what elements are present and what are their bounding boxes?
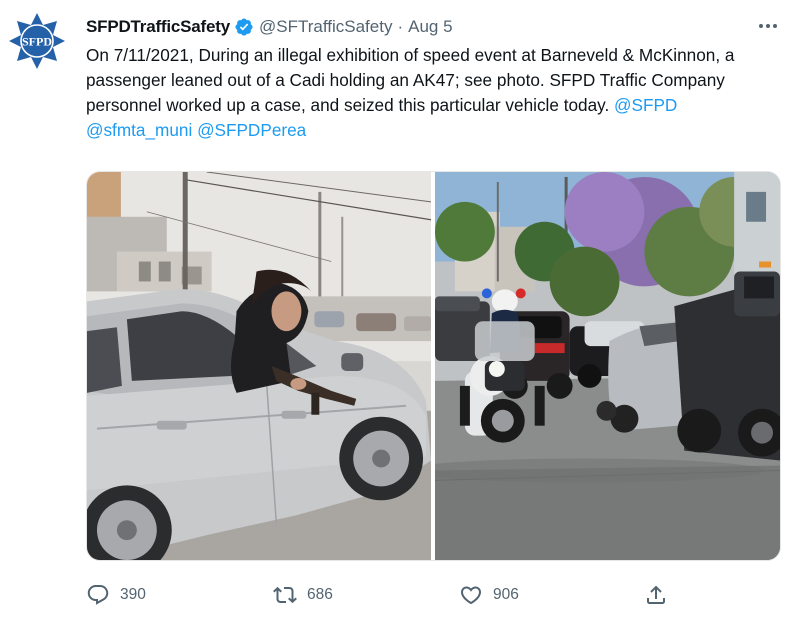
avatar[interactable]: SFPD xyxy=(8,12,66,70)
tweet-text: On 7/11/2021, During an illegal exhibiti… xyxy=(86,43,788,143)
retweet-count: 686 xyxy=(307,586,333,603)
reply-count: 390 xyxy=(120,586,146,603)
sfpd-star-badge-icon: SFPD xyxy=(9,13,65,69)
like-count: 906 xyxy=(493,586,519,603)
like-button[interactable]: 906 xyxy=(459,580,519,610)
author-handle[interactable]: @SFTrafficSafety xyxy=(259,17,392,37)
mention-link[interactable]: @SFPD xyxy=(614,95,677,115)
tweet-card[interactable]: SFPD SFPDTrafficSafety @SFTrafficSafety … xyxy=(0,0,800,630)
author-display-name[interactable]: SFPDTrafficSafety xyxy=(86,17,230,37)
retweet-button[interactable]: 686 xyxy=(273,580,333,610)
mention-link[interactable]: @sfmta_muni xyxy=(86,120,192,140)
photo-silver-car-passenger[interactable] xyxy=(87,172,431,560)
avatar-text: SFPD xyxy=(22,35,52,49)
tweet-header: SFPDTrafficSafety @SFTrafficSafety · Aug… xyxy=(86,15,453,39)
more-options-icon[interactable] xyxy=(754,14,782,38)
share-icon xyxy=(647,585,665,604)
media-grid xyxy=(86,171,781,561)
reply-button[interactable]: 390 xyxy=(86,580,146,610)
heart-icon xyxy=(460,586,482,605)
share-button[interactable] xyxy=(644,580,668,610)
photo-police-motorcycle-street[interactable] xyxy=(435,172,780,560)
verified-badge-icon xyxy=(234,17,254,37)
retweet-icon xyxy=(273,586,297,604)
separator-dot: · xyxy=(397,17,404,36)
tweet-date[interactable]: Aug 5 xyxy=(408,17,452,37)
action-bar: 390 686 906 xyxy=(86,580,686,610)
mention-link[interactable]: @SFPDPerea xyxy=(197,120,306,140)
reply-icon xyxy=(87,585,109,605)
